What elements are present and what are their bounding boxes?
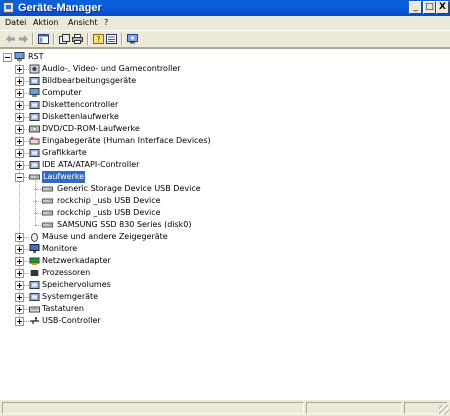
device-manager-icon: [3, 2, 14, 13]
resize-grip[interactable]: [439, 405, 449, 415]
back-icon[interactable]: [5, 34, 16, 44]
tree-device-label: Generic Storage Device USB Device: [57, 184, 201, 193]
expand-toggle[interactable]: [15, 305, 24, 314]
expand-toggle[interactable]: [15, 77, 24, 86]
expand-toggle[interactable]: [15, 269, 24, 278]
display-adapter-icon: [29, 149, 40, 157]
menu-ansicht[interactable]: Ansicht: [68, 16, 98, 30]
view-icon[interactable]: [106, 34, 117, 44]
audio-icon: [29, 64, 40, 74]
imaging-icon: [29, 77, 40, 85]
system-devices-icon: [29, 293, 40, 301]
keyboard-icon: [29, 306, 40, 313]
properties-icon[interactable]: [59, 34, 70, 44]
expand-toggle[interactable]: [15, 89, 24, 98]
tree-category-label: Monitore: [42, 244, 78, 253]
tree-category-label: Diskettencontroller: [42, 100, 119, 109]
status-pane: [2, 402, 304, 414]
monitor-icon: [29, 244, 40, 253]
floppy-drive-icon: [29, 113, 40, 121]
toolbar: ?: [0, 30, 450, 48]
expand-toggle[interactable]: [15, 65, 24, 74]
tree-connector: [35, 225, 41, 226]
expand-toggle[interactable]: [15, 281, 24, 290]
tree-device-label: rockchip _usb USB Device: [57, 208, 161, 217]
expand-toggle[interactable]: [15, 161, 24, 170]
tree-category-label: Laufwerke: [42, 171, 86, 183]
tree-category-label: USB-Controller: [42, 316, 101, 325]
collapse-toggle[interactable]: [3, 53, 12, 62]
tree-category-label: Audio-, Video- und Gamecontroller: [42, 64, 181, 73]
disk-drive-icon: [42, 198, 53, 204]
expand-toggle[interactable]: [15, 293, 24, 302]
expand-toggle[interactable]: [15, 137, 24, 146]
usb-controller-icon: [30, 317, 39, 324]
toolbar-separator: [53, 33, 55, 45]
expand-toggle[interactable]: [15, 125, 24, 134]
ide-controller-icon: [29, 161, 40, 169]
expand-toggle[interactable]: [15, 257, 24, 266]
floppy-controller-icon: [29, 101, 40, 109]
processor-icon: [30, 270, 39, 276]
expand-toggle[interactable]: [15, 113, 24, 122]
computer-icon: [29, 88, 40, 97]
tree-category-label: Mäuse und andere Zeigegeräte: [42, 232, 168, 241]
minimize-button[interactable]: _: [409, 1, 422, 14]
tree-category-label: Netzwerkadapter: [42, 256, 111, 265]
status-pane: [306, 402, 402, 414]
close-button[interactable]: X: [436, 1, 449, 14]
hid-icon: [29, 136, 40, 145]
expand-toggle[interactable]: [15, 317, 24, 326]
tree-category-label: Speichervolumes: [42, 280, 111, 289]
menu-datei[interactable]: Datei: [5, 16, 26, 30]
forward-icon[interactable]: [18, 34, 29, 44]
toolbar-separator: [32, 33, 34, 45]
print-icon[interactable]: [72, 34, 83, 44]
menu-aktion[interactable]: Aktion: [33, 16, 58, 30]
disk-drive-icon: [42, 222, 53, 228]
network-adapter-icon: [29, 257, 40, 265]
computer-icon: [14, 52, 25, 61]
cdrom-icon: [29, 125, 40, 133]
menu-help[interactable]: ?: [104, 16, 108, 30]
expand-toggle[interactable]: [15, 149, 24, 158]
disk-drive-icon: [42, 186, 53, 192]
scan-hardware-icon[interactable]: [127, 34, 138, 44]
tree-category-label: Bildbearbeitungsgeräte: [42, 76, 137, 85]
device-manager-window: Geräte-Manager _ □ X Datei Aktion Ansich…: [0, 0, 450, 416]
expand-toggle[interactable]: [15, 245, 24, 254]
tree-device-label: rockchip _usb USB Device: [57, 196, 161, 205]
tree-category-label: Tastaturen: [42, 304, 84, 313]
tree-category-label: Eingabegeräte (Human Interface Devices): [42, 136, 211, 145]
mouse-icon: [31, 233, 38, 242]
tree-category-label: Computer: [42, 88, 82, 97]
menu-bar: Datei Aktion Ansicht ?: [0, 16, 450, 30]
toolbar-separator: [87, 33, 89, 45]
expand-toggle[interactable]: [15, 101, 24, 110]
maximize-button[interactable]: □: [423, 1, 436, 14]
collapse-toggle[interactable]: [15, 173, 24, 182]
tree-category-label: Systemgeräte: [42, 292, 99, 301]
expand-toggle[interactable]: [15, 233, 24, 242]
console-tree-icon[interactable]: [38, 34, 49, 44]
tree-category-label: Diskettenlaufwerke: [42, 112, 119, 121]
help-icon[interactable]: ?: [93, 34, 104, 44]
window-title: Geräte-Manager: [18, 2, 102, 14]
svg-text:?: ?: [96, 35, 100, 44]
tree-root-label: RST: [28, 52, 44, 61]
disk-drive-icon: [42, 210, 53, 216]
storage-volume-icon: [29, 281, 40, 289]
tree-category-label: Grafikkarte: [42, 148, 87, 157]
tree-category-label: Prozessoren: [42, 268, 91, 277]
tree-category-label: DVD/CD-ROM-Laufwerke: [42, 124, 140, 133]
device-tree[interactable]: RST Audio-, Video- und Gamecontroller Bild…: [0, 48, 450, 400]
title-bar[interactable]: Geräte-Manager _ □ X: [0, 0, 450, 16]
status-bar: [0, 400, 450, 416]
tree-connector: [35, 179, 36, 225]
tree-device-label: SAMSUNG SSD 830 Series (disk0): [57, 220, 192, 229]
tree-category-label: IDE ATA/ATAPI-Controller: [42, 160, 140, 169]
toolbar-separator: [121, 33, 123, 45]
